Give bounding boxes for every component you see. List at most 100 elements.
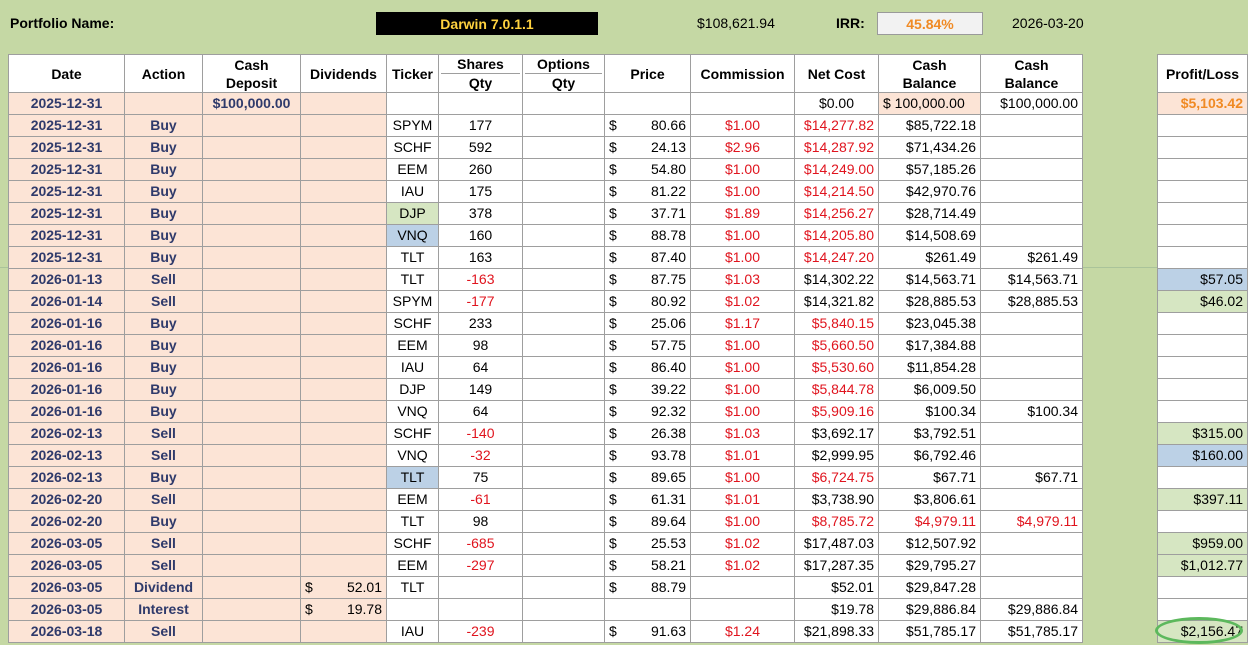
date-cell[interactable]: 2026-02-13 — [8, 466, 125, 489]
table-row[interactable]: 2026-03-05 Sell EEM -297 $58.21 $1.02 $17,287.… — [8, 554, 1083, 577]
net-cost-cell[interactable]: $14,214.50 — [794, 180, 879, 203]
table-row[interactable]: 2026-01-14 Sell SPYM -177 $80.92 $1.02 $14,321… — [8, 290, 1083, 313]
options-qty-cell[interactable] — [522, 92, 605, 115]
action-cell[interactable]: Buy — [124, 378, 203, 401]
cash-deposit-cell[interactable] — [202, 114, 301, 137]
cash-deposit-cell[interactable] — [202, 466, 301, 489]
options-qty-cell[interactable] — [522, 554, 605, 577]
profit-loss-cell[interactable] — [1157, 510, 1248, 533]
shares-qty-cell[interactable]: 64 — [438, 400, 523, 423]
cash-balance-2-cell[interactable]: $14,563.71 — [980, 268, 1083, 291]
profit-loss-cell[interactable]: $959.00 — [1157, 532, 1248, 555]
action-cell[interactable] — [124, 92, 203, 115]
ticker-cell[interactable] — [386, 598, 439, 621]
cash-deposit-cell[interactable] — [202, 180, 301, 203]
date-cell[interactable]: 2025-12-31 — [8, 92, 125, 115]
price-cell[interactable]: $24.13 — [604, 136, 691, 159]
price-cell[interactable]: $92.32 — [604, 400, 691, 423]
action-cell[interactable]: Buy — [124, 114, 203, 137]
dividends-cell[interactable] — [300, 202, 387, 225]
options-qty-cell[interactable] — [522, 224, 605, 247]
col-header-ticker[interactable]: Ticker — [386, 54, 439, 93]
table-row[interactable] — [1157, 466, 1248, 489]
cash-balance-2-cell[interactable]: $29,886.84 — [980, 598, 1083, 621]
ticker-cell[interactable]: TLT — [386, 466, 439, 489]
action-cell[interactable]: Buy — [124, 246, 203, 269]
net-cost-cell[interactable]: $3,738.90 — [794, 488, 879, 511]
cash-balance-cell[interactable]: $ 100,000.00 — [878, 92, 981, 115]
action-cell[interactable]: Sell — [124, 444, 203, 467]
profit-loss-cell[interactable] — [1157, 400, 1248, 423]
shares-qty-cell[interactable]: 149 — [438, 378, 523, 401]
shares-qty-cell[interactable]: 233 — [438, 312, 523, 335]
options-qty-cell[interactable] — [522, 202, 605, 225]
commission-cell[interactable]: $1.00 — [690, 400, 795, 423]
cash-deposit-cell[interactable] — [202, 598, 301, 621]
profit-loss-cell[interactable] — [1157, 356, 1248, 379]
shares-qty-cell[interactable]: -61 — [438, 488, 523, 511]
cash-balance-cell[interactable]: $100.34 — [878, 400, 981, 423]
cash-balance-2-cell[interactable] — [980, 334, 1083, 357]
options-qty-cell[interactable] — [522, 620, 605, 643]
options-qty-cell[interactable] — [522, 378, 605, 401]
action-cell[interactable]: Sell — [124, 290, 203, 313]
ticker-cell[interactable]: SCHF — [386, 532, 439, 555]
table-row[interactable]: $315.00 — [1157, 422, 1248, 445]
net-cost-cell[interactable]: $14,205.80 — [794, 224, 879, 247]
net-cost-cell[interactable]: $6,724.75 — [794, 466, 879, 489]
date-cell[interactable]: 2026-03-05 — [8, 554, 125, 577]
cash-balance-2-cell[interactable] — [980, 158, 1083, 181]
net-cost-cell[interactable]: $19.78 — [794, 598, 879, 621]
table-row[interactable]: 2025-12-31 Buy VNQ 160 $88.78 $1.00 $14,205.80… — [8, 224, 1083, 247]
commission-cell[interactable]: $1.89 — [690, 202, 795, 225]
cash-balance-cell[interactable]: $29,886.84 — [878, 598, 981, 621]
options-qty-cell[interactable] — [522, 356, 605, 379]
shares-qty-cell[interactable]: -177 — [438, 290, 523, 313]
net-cost-cell[interactable]: $14,256.27 — [794, 202, 879, 225]
cash-balance-2-cell[interactable]: $28,885.53 — [980, 290, 1083, 313]
ticker-cell[interactable]: VNQ — [386, 224, 439, 247]
cash-deposit-cell[interactable] — [202, 532, 301, 555]
ticker-cell[interactable]: IAU — [386, 356, 439, 379]
options-qty-cell[interactable] — [522, 246, 605, 269]
action-cell[interactable]: Buy — [124, 466, 203, 489]
options-qty-cell[interactable] — [522, 268, 605, 291]
action-cell[interactable]: Sell — [124, 554, 203, 577]
price-cell[interactable]: $58.21 — [604, 554, 691, 577]
net-cost-cell[interactable]: $52.01 — [794, 576, 879, 599]
cash-balance-2-cell[interactable] — [980, 356, 1083, 379]
date-cell[interactable]: 2026-03-18 — [8, 620, 125, 643]
action-cell[interactable]: Sell — [124, 422, 203, 445]
cash-balance-2-cell[interactable] — [980, 180, 1083, 203]
dividends-cell[interactable] — [300, 554, 387, 577]
dividends-cell[interactable] — [300, 158, 387, 181]
col-header-dividends[interactable]: Dividends — [300, 54, 387, 93]
cash-balance-cell[interactable]: $29,795.27 — [878, 554, 981, 577]
cash-balance-2-cell[interactable]: $67.71 — [980, 466, 1083, 489]
table-row[interactable]: $5,103.42 — [1157, 92, 1248, 115]
options-qty-cell[interactable] — [522, 180, 605, 203]
cash-balance-cell[interactable]: $14,508.69 — [878, 224, 981, 247]
date-cell[interactable]: 2026-02-20 — [8, 510, 125, 533]
date-cell[interactable]: 2026-03-05 — [8, 598, 125, 621]
cash-balance-2-cell[interactable] — [980, 312, 1083, 335]
col-header-cash-deposit[interactable]: Cash Deposit — [202, 54, 301, 93]
dividends-cell[interactable] — [300, 510, 387, 533]
table-row[interactable]: 2025-12-31 Buy SPYM 177 $80.66 $1.00 $14,277.8… — [8, 114, 1083, 137]
table-row[interactable]: $57.05 — [1157, 268, 1248, 291]
shares-qty-cell[interactable]: 64 — [438, 356, 523, 379]
price-cell[interactable]: $25.53 — [604, 532, 691, 555]
net-cost-cell[interactable]: $14,302.22 — [794, 268, 879, 291]
date-cell[interactable]: 2025-12-31 — [8, 180, 125, 203]
profit-loss-cell[interactable] — [1157, 202, 1248, 225]
options-qty-cell[interactable] — [522, 422, 605, 445]
table-row[interactable] — [1157, 312, 1248, 335]
ticker-cell[interactable]: TLT — [386, 510, 439, 533]
table-row[interactable]: $46.02 — [1157, 290, 1248, 313]
net-cost-cell[interactable]: $17,287.35 — [794, 554, 879, 577]
table-row[interactable] — [1157, 158, 1248, 181]
profit-loss-cell[interactable]: $1,012.77 — [1157, 554, 1248, 577]
commission-cell[interactable]: $1.00 — [690, 180, 795, 203]
cash-balance-2-cell[interactable] — [980, 554, 1083, 577]
profit-loss-cell[interactable]: $57.05 — [1157, 268, 1248, 291]
